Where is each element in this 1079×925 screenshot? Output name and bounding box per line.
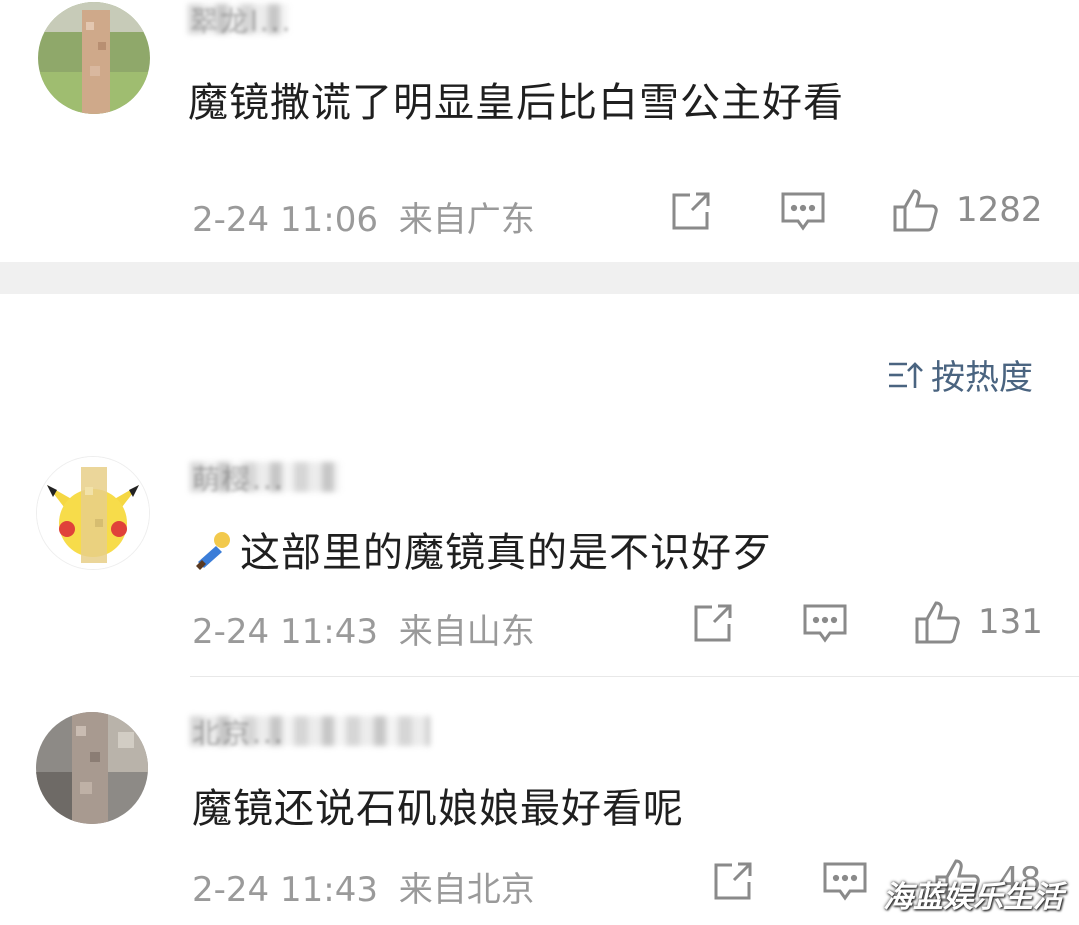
share-icon <box>672 192 710 230</box>
comment-location: 来自山东 <box>398 612 535 652</box>
comment-text: 魔镜撒谎了明显皇后比白雪公主好看 <box>188 80 844 126</box>
username[interactable]: 翠龙l... <box>190 0 292 40</box>
like-button[interactable]: 131 <box>914 600 1043 644</box>
watermark: 海蓝娱乐生活 <box>883 880 1063 915</box>
reply-button[interactable] <box>780 190 826 234</box>
comment-meta: 2-24 11:43 来自北京 <box>192 862 535 911</box>
username[interactable]: 北京... <box>192 712 285 752</box>
username[interactable]: 萌樱... <box>192 458 285 498</box>
thumbs-up-icon <box>915 601 960 644</box>
thumbs-up-icon <box>893 189 938 232</box>
avatar[interactable] <box>36 712 148 824</box>
comment-text-body: 这部里的魔镜真的是不识好歹 <box>240 530 773 576</box>
comment-time: 2-24 11:43 <box>192 870 378 910</box>
comment-icon <box>803 604 847 643</box>
share-button[interactable] <box>690 602 734 646</box>
comment-text: 这部里的魔镜真的是不识好歹 <box>192 520 773 578</box>
like-count: 131 <box>978 602 1043 642</box>
sort-label: 按热度 <box>931 358 1033 398</box>
comment-location: 来自广东 <box>398 200 535 240</box>
avatar[interactable] <box>38 2 150 114</box>
comment-icon <box>781 192 825 231</box>
like-button[interactable]: 1282 <box>892 188 1043 232</box>
comment-location: 来自北京 <box>398 870 535 910</box>
reply-button[interactable] <box>802 602 848 646</box>
comment-time: 2-24 11:06 <box>192 200 378 240</box>
share-button[interactable] <box>710 860 754 904</box>
share-icon <box>714 862 752 900</box>
avatar[interactable] <box>36 456 150 570</box>
comment-divider <box>190 676 1079 677</box>
comment-icon <box>823 862 867 901</box>
comment-meta: 2-24 11:06 来自广东 <box>192 192 535 241</box>
sort-icon <box>889 361 923 388</box>
like-count: 1282 <box>956 190 1043 230</box>
reply-button[interactable] <box>822 860 868 904</box>
comment-meta: 2-24 11:43 来自山东 <box>192 604 535 653</box>
comment-text: 魔镜还说石矶娘娘最好看呢 <box>192 786 684 832</box>
section-divider <box>0 262 1079 294</box>
sleeping-person-icon <box>196 532 230 570</box>
comment-time: 2-24 11:43 <box>192 612 378 652</box>
share-icon <box>694 604 732 642</box>
sort-toggle[interactable]: 按热度 <box>887 350 1033 399</box>
share-button[interactable] <box>668 190 712 234</box>
